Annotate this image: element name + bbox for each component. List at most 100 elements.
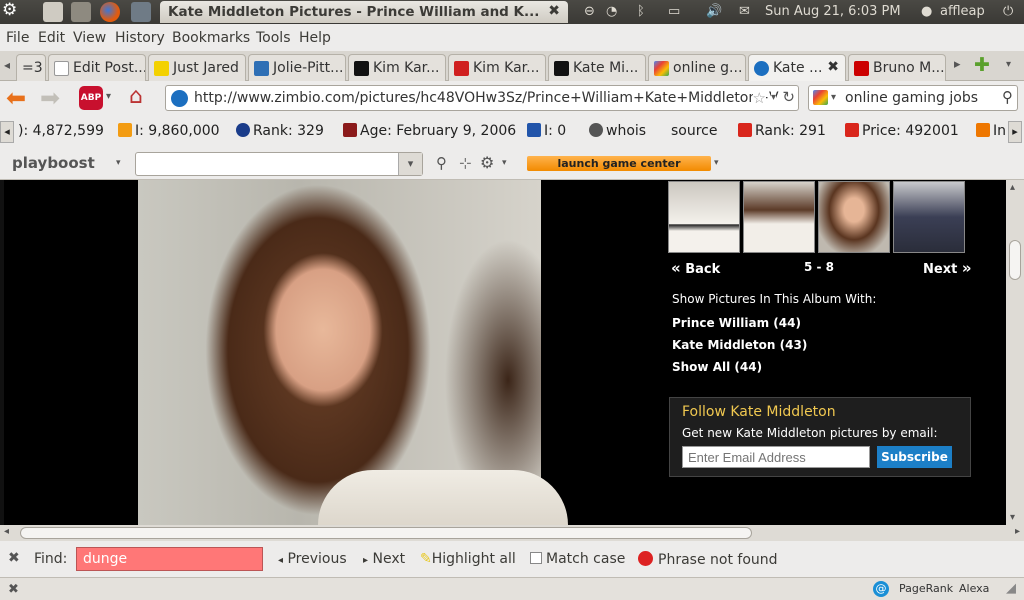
- back-arrow-icon[interactable]: ⬅: [6, 84, 26, 112]
- stat-domain-age[interactable]: Age: February 9, 2006: [343, 123, 516, 139]
- tab-scroll-right-icon[interactable]: ▸: [954, 57, 961, 72]
- adblock-icon[interactable]: ABP: [79, 86, 103, 110]
- stat-delicious[interactable]: I: 0: [527, 123, 566, 139]
- menu-bookmarks[interactable]: Bookmarks: [172, 30, 250, 46]
- menu-view[interactable]: View: [73, 30, 106, 46]
- tab-7[interactable]: Kate Mi...: [548, 54, 646, 81]
- gimp-icon[interactable]: [71, 2, 91, 22]
- playboost-logo[interactable]: playboost: [12, 154, 95, 172]
- tab-active-zimbio[interactable]: Kate ... ✖: [748, 54, 846, 81]
- playboost-dropdown-icon[interactable]: ▾: [398, 153, 422, 175]
- bookmark-star-icon[interactable]: ☆: [752, 89, 766, 107]
- playboost-settings-menu-icon[interactable]: ▾: [502, 158, 507, 168]
- scroll-left-icon[interactable]: ◂: [4, 526, 9, 537]
- forward-arrow-icon[interactable]: ➡: [40, 84, 60, 112]
- menu-history[interactable]: History: [115, 30, 165, 46]
- tab-scroll-left-icon[interactable]: ◂: [4, 58, 10, 72]
- shutdown-icon[interactable]: ⏻: [1003, 4, 1013, 19]
- tab-close-icon[interactable]: ✖: [827, 59, 839, 75]
- stat-compete-rank[interactable]: Rank: 291: [738, 123, 826, 139]
- search-box[interactable]: ▾ online gaming jobs ⚲: [808, 85, 1018, 111]
- horizontal-scroll-thumb[interactable]: [20, 527, 752, 539]
- playboost-search-icon[interactable]: ⚲: [436, 154, 447, 172]
- search-engine-menu-icon[interactable]: ▾: [831, 92, 836, 103]
- email-field[interactable]: [682, 446, 870, 468]
- thumbnail-2[interactable]: [743, 181, 815, 253]
- playboost-highlight-icon[interactable]: ⊹: [459, 154, 472, 172]
- text-editor-icon[interactable]: [43, 2, 63, 22]
- volume-icon[interactable]: 🔊: [706, 4, 722, 19]
- thumbnail-1[interactable]: [668, 181, 740, 253]
- scroll-down-icon[interactable]: ▾: [1010, 512, 1015, 523]
- wifi-icon[interactable]: ◔: [606, 4, 617, 19]
- home-icon[interactable]: ⌂: [129, 84, 143, 109]
- firefox-icon[interactable]: [100, 2, 120, 22]
- launch-menu-icon[interactable]: ▾: [714, 158, 719, 168]
- vertical-scroll-thumb[interactable]: [1009, 240, 1021, 280]
- main-photo[interactable]: [138, 180, 568, 525]
- highlight-all-button[interactable]: ✎Highlight all: [420, 551, 516, 567]
- find-next-button[interactable]: ▸ Next: [363, 551, 405, 567]
- menu-edit[interactable]: Edit: [38, 30, 65, 46]
- resize-grip-icon[interactable]: ◢: [1006, 581, 1016, 596]
- find-input[interactable]: dunge: [76, 547, 263, 571]
- tab-1[interactable]: =3: [16, 54, 46, 81]
- window-close-icon[interactable]: ✖: [548, 3, 560, 19]
- pagerank-label[interactable]: PageRank: [899, 582, 953, 595]
- tab-4[interactable]: Jolie-Pitt...: [248, 54, 346, 81]
- app-launcher-icon[interactable]: [131, 2, 151, 22]
- menu-file[interactable]: File: [6, 30, 29, 46]
- site-identity-icon[interactable]: [171, 90, 188, 107]
- scroll-right-icon[interactable]: ▸: [1015, 526, 1020, 537]
- at-sign-icon[interactable]: @: [873, 581, 889, 597]
- menu-help[interactable]: Help: [299, 30, 331, 46]
- reload-icon[interactable]: ↻: [782, 88, 795, 106]
- close-find-bar-icon[interactable]: ✖: [8, 550, 20, 566]
- stats-scroll-right-icon[interactable]: ▸: [1008, 121, 1022, 143]
- filter-prince-william[interactable]: Prince William (44): [672, 316, 801, 330]
- stat-google-index[interactable]: ): 4,872,599: [18, 123, 104, 139]
- battery-icon[interactable]: ▭: [668, 4, 680, 19]
- playboost-search-input[interactable]: ▾: [135, 152, 423, 176]
- next-link[interactable]: Next »: [923, 259, 972, 277]
- new-tab-icon[interactable]: ✚: [974, 54, 990, 76]
- find-previous-button[interactable]: ◂ Previous: [278, 551, 347, 567]
- stat-whois[interactable]: whois: [589, 123, 646, 139]
- match-case-checkbox[interactable]: Match case: [530, 551, 625, 567]
- playboost-menu-icon[interactable]: ▾: [116, 158, 121, 168]
- url-dropdown-icon[interactable]: ▾: [770, 92, 776, 103]
- stat-price[interactable]: Price: 492001: [845, 123, 959, 139]
- tab-2[interactable]: Edit Post...: [48, 54, 146, 81]
- stats-scroll-left-icon[interactable]: ◂: [0, 121, 14, 143]
- playboost-settings-icon[interactable]: ⚙: [480, 153, 494, 172]
- alexa-label[interactable]: Alexa: [959, 582, 989, 595]
- mail-icon[interactable]: ✉: [739, 4, 750, 19]
- tab-3[interactable]: Just Jared: [148, 54, 246, 81]
- thumbnail-4[interactable]: [893, 181, 965, 253]
- url-bar[interactable]: http://www.zimbio.com/pictures/hc48VOHw3…: [165, 85, 799, 111]
- back-link[interactable]: « Back: [671, 259, 720, 277]
- status-close-icon[interactable]: ✖: [8, 582, 19, 597]
- adblock-menu-icon[interactable]: ▾: [106, 91, 111, 102]
- tab-10[interactable]: Bruno M...: [848, 54, 946, 81]
- thumbnail-3[interactable]: [818, 181, 890, 253]
- stat-info[interactable]: Inf: [976, 123, 1006, 139]
- power-icon[interactable]: ⊖: [584, 4, 595, 19]
- tab-8[interactable]: online g...: [648, 54, 746, 81]
- subscribe-button[interactable]: Subscribe: [877, 446, 952, 468]
- filter-show-all[interactable]: Show All (44): [672, 360, 762, 374]
- launch-game-center-button[interactable]: launch game center: [527, 156, 711, 171]
- filter-kate-middleton[interactable]: Kate Middleton (43): [672, 338, 807, 352]
- google-search-engine-icon[interactable]: [813, 90, 828, 105]
- bluetooth-icon[interactable]: ᛒ: [637, 4, 645, 19]
- menu-tools[interactable]: Tools: [256, 30, 291, 46]
- stat-source[interactable]: source: [671, 123, 718, 139]
- search-magnifier-icon[interactable]: ⚲: [1002, 88, 1013, 106]
- tab-list-icon[interactable]: ▾: [1006, 59, 1011, 70]
- tab-6[interactable]: Kim Kar...: [448, 54, 546, 81]
- vertical-scrollbar[interactable]: ▴ ▾: [1006, 180, 1024, 525]
- user-name[interactable]: affleap: [940, 4, 985, 19]
- scroll-up-icon[interactable]: ▴: [1010, 182, 1015, 193]
- clock[interactable]: Sun Aug 21, 6:03 PM: [765, 4, 901, 19]
- ubuntu-logo-icon[interactable]: ⚙: [2, 0, 22, 20]
